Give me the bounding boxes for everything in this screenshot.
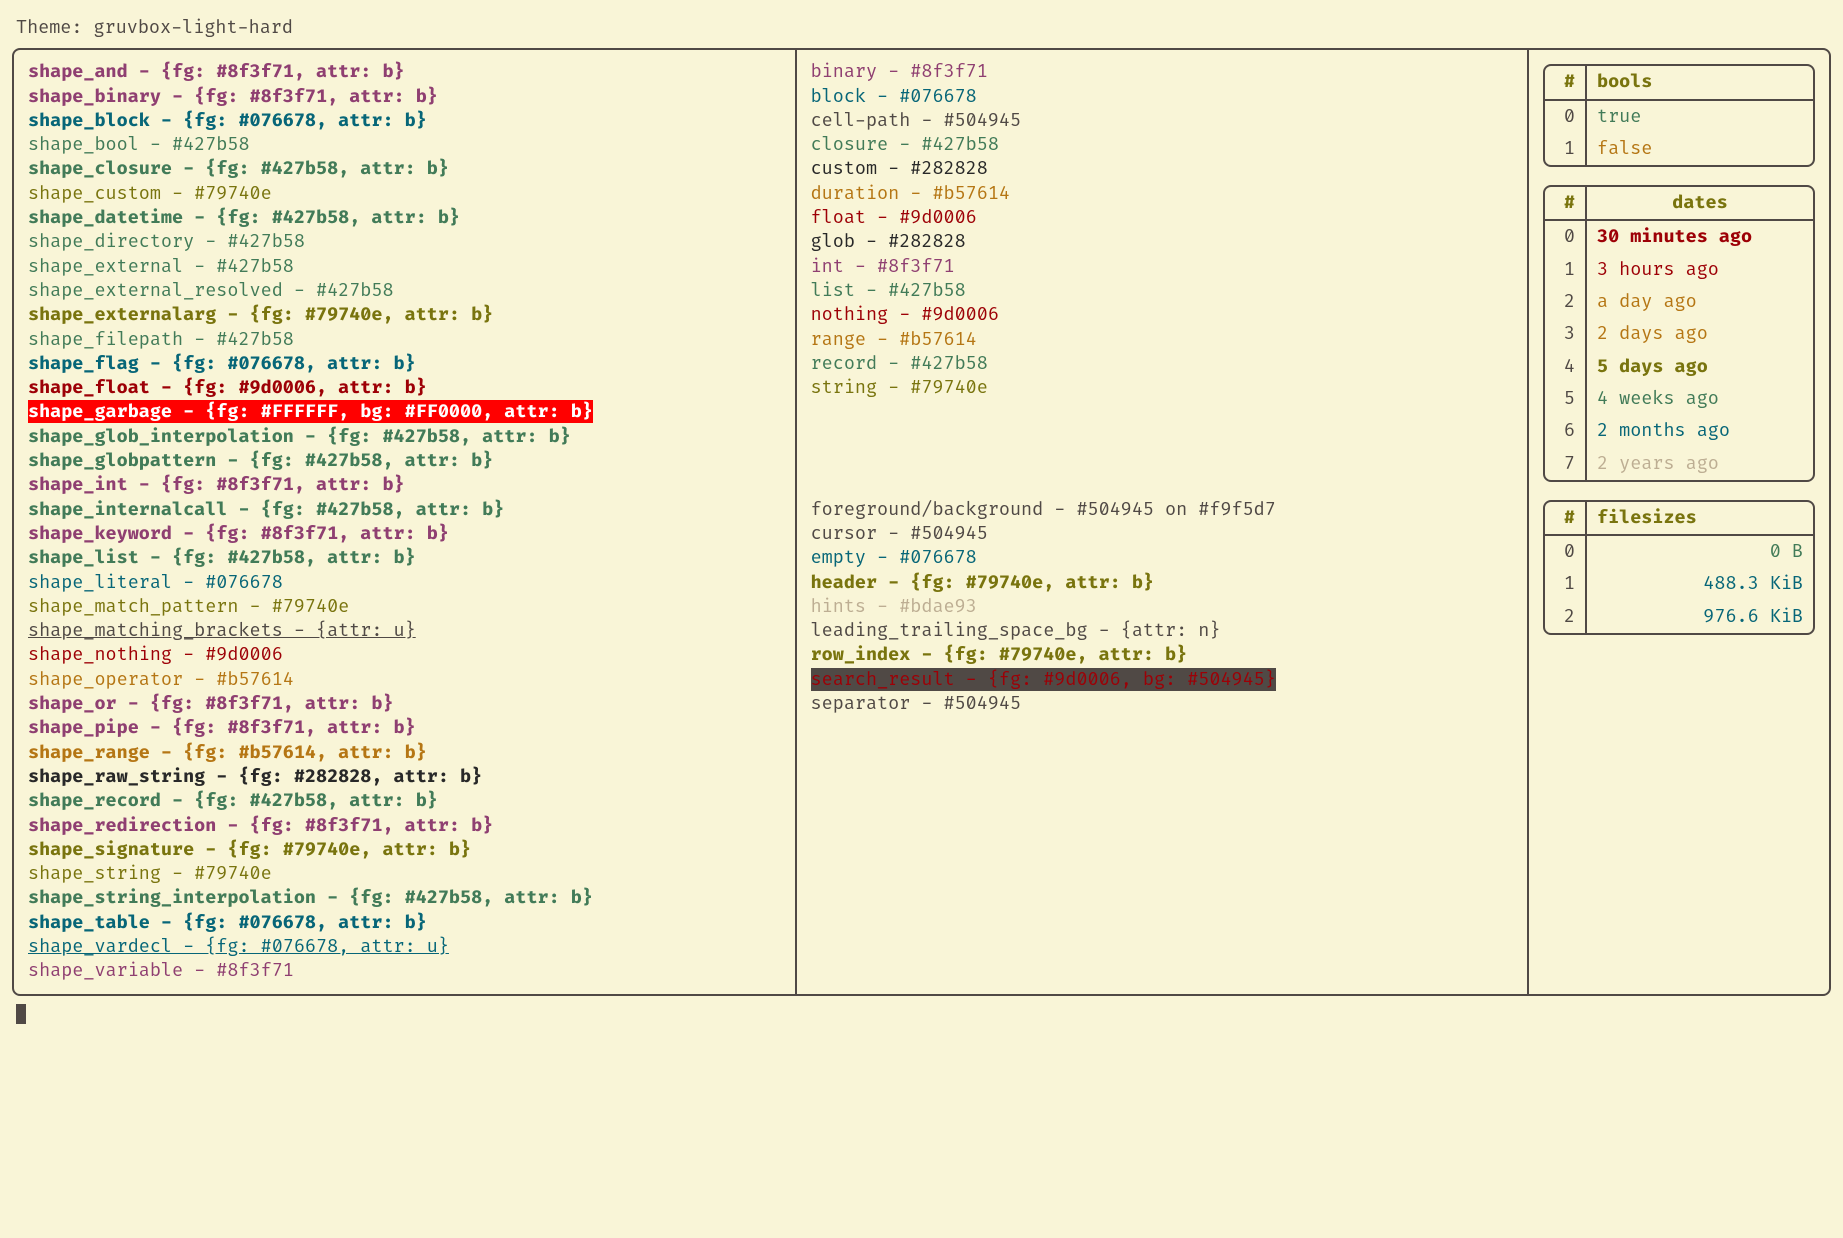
shape-entry: shape_pipe - {fg: #8f3f71, attr: b} [28, 716, 781, 740]
shape-entry: shape_raw_string - {fg: #282828, attr: b… [28, 765, 781, 789]
shape-entry: shape_nothing - #9d0006 [28, 643, 781, 667]
shape-entry: shape_globpattern - {fg: #427b58, attr: … [28, 449, 781, 473]
type-entry: duration - #b57614 [811, 182, 1513, 206]
shape-entry: shape_glob_interpolation - {fg: #427b58,… [28, 425, 781, 449]
col-header: filesizes [1587, 502, 1813, 534]
shape-entry: shape_keyword - {fg: #8f3f71, attr: b} [28, 522, 781, 546]
shape-entry: shape_redirection - {fg: #8f3f71, attr: … [28, 814, 781, 838]
filesizes-table: #filesizes00 B1488.3 KiB2976.6 KiB [1543, 500, 1815, 635]
shape-entry: shape_external_resolved - #427b58 [28, 279, 781, 303]
table-row: 030 minutes ago [1545, 221, 1813, 253]
shape-entry: shape_closure - {fg: #427b58, attr: b} [28, 157, 781, 181]
shape-entry: shape_external - #427b58 [28, 255, 781, 279]
table-row: 45 days ago [1545, 351, 1813, 383]
shape-entry: shape_record - {fg: #427b58, attr: b} [28, 789, 781, 813]
table-row: 00 B [1545, 536, 1813, 568]
table-row: 2a day ago [1545, 286, 1813, 318]
shapes-column: shape_and - {fg: #8f3f71, attr: b}shape_… [14, 50, 797, 993]
misc-entry: hints - #bdae93 [811, 595, 1513, 619]
shape-entry: shape_garbage - {fg: #FFFFFF, bg: #FF000… [28, 400, 781, 424]
shape-entry: shape_block - {fg: #076678, attr: b} [28, 109, 781, 133]
type-entry: binary - #8f3f71 [811, 60, 1513, 84]
dates-table: #dates030 minutes ago13 hours ago2a day … [1543, 185, 1815, 482]
shape-entry: shape_float - {fg: #9d0006, attr: b} [28, 376, 781, 400]
shape-entry: shape_binary - {fg: #8f3f71, attr: b} [28, 85, 781, 109]
shape-entry: shape_list - {fg: #427b58, attr: b} [28, 546, 781, 570]
type-entry: record - #427b58 [811, 352, 1513, 376]
shape-entry: shape_directory - #427b58 [28, 230, 781, 254]
table-row: 62 months ago [1545, 415, 1813, 447]
misc-entry: row_index - {fg: #79740e, attr: b} [811, 643, 1513, 667]
type-entry: block - #076678 [811, 85, 1513, 109]
misc-entry: header - {fg: #79740e, attr: b} [811, 571, 1513, 595]
col-index: # [1545, 187, 1587, 219]
types-column: binary - #8f3f71block - #076678cell-path… [797, 50, 1529, 993]
shape-entry: shape_custom - #79740e [28, 182, 781, 206]
misc-entry: empty - #076678 [811, 546, 1513, 570]
type-entry: string - #79740e [811, 376, 1513, 400]
shape-entry: shape_signature - {fg: #79740e, attr: b} [28, 838, 781, 862]
type-entry: nothing - #9d0006 [811, 303, 1513, 327]
shape-entry: shape_or - {fg: #8f3f71, attr: b} [28, 692, 781, 716]
type-entry: int - #8f3f71 [811, 255, 1513, 279]
misc-entry: separator - #504945 [811, 692, 1513, 716]
table-row: 1488.3 KiB [1545, 568, 1813, 600]
type-entry: range - #b57614 [811, 328, 1513, 352]
shape-entry: shape_match_pattern - #79740e [28, 595, 781, 619]
type-entry: cell-path - #504945 [811, 109, 1513, 133]
shape-entry: shape_datetime - {fg: #427b58, attr: b} [28, 206, 781, 230]
type-entry: list - #427b58 [811, 279, 1513, 303]
col-header: dates [1587, 187, 1813, 219]
table-row: 0true [1545, 101, 1813, 133]
misc-entry: foreground/background - #504945 on #f9f5… [811, 498, 1513, 522]
col-index: # [1545, 66, 1587, 98]
type-entry: closure - #427b58 [811, 133, 1513, 157]
misc-entry: cursor - #504945 [811, 522, 1513, 546]
shape-entry: shape_range - {fg: #b57614, attr: b} [28, 741, 781, 765]
shape-entry: shape_internalcall - {fg: #427b58, attr:… [28, 498, 781, 522]
shape-entry: shape_externalarg - {fg: #79740e, attr: … [28, 303, 781, 327]
shape-entry: shape_filepath - #427b58 [28, 328, 781, 352]
table-row: 54 weeks ago [1545, 383, 1813, 415]
col-index: # [1545, 502, 1587, 534]
misc-entry: leading_trailing_space_bg - {attr: n} [811, 619, 1513, 643]
shape-entry: shape_int - {fg: #8f3f71, attr: b} [28, 473, 781, 497]
shape-entry: shape_flag - {fg: #076678, attr: b} [28, 352, 781, 376]
shape-entry: shape_literal - #076678 [28, 571, 781, 595]
table-row: 32 days ago [1545, 318, 1813, 350]
theme-title: Theme: gruvbox-light-hard [16, 16, 1831, 40]
table-row: 13 hours ago [1545, 254, 1813, 286]
table-row: 2976.6 KiB [1545, 601, 1813, 633]
type-entry: custom - #282828 [811, 157, 1513, 181]
table-row: 72 years ago [1545, 448, 1813, 480]
shape-entry: shape_matching_brackets - {attr: u} [28, 619, 781, 643]
shape-entry: shape_and - {fg: #8f3f71, attr: b} [28, 60, 781, 84]
cursor-block [16, 1004, 26, 1024]
misc-entry: search_result - {fg: #9d0006, bg: #50494… [811, 668, 1513, 692]
type-entry: float - #9d0006 [811, 206, 1513, 230]
theme-name: gruvbox-light-hard [94, 16, 293, 39]
preview-box: shape_and - {fg: #8f3f71, attr: b}shape_… [12, 48, 1831, 995]
samples-column: #bools0true1false #dates030 minutes ago1… [1529, 50, 1829, 993]
title-prefix: Theme: [16, 16, 94, 39]
shape-entry: shape_variable - #8f3f71 [28, 959, 781, 983]
table-row: 1false [1545, 133, 1813, 165]
shape-entry: shape_string_interpolation - {fg: #427b5… [28, 886, 781, 910]
shape-entry: shape_bool - #427b58 [28, 133, 781, 157]
shape-entry: shape_operator - #b57614 [28, 668, 781, 692]
bools-table: #bools0true1false [1543, 64, 1815, 167]
shape-entry: shape_table - {fg: #076678, attr: b} [28, 911, 781, 935]
type-entry: glob - #282828 [811, 230, 1513, 254]
shape-entry: shape_string - #79740e [28, 862, 781, 886]
col-header: bools [1587, 66, 1813, 98]
shape-entry: shape_vardecl - {fg: #076678, attr: u} [28, 935, 781, 959]
